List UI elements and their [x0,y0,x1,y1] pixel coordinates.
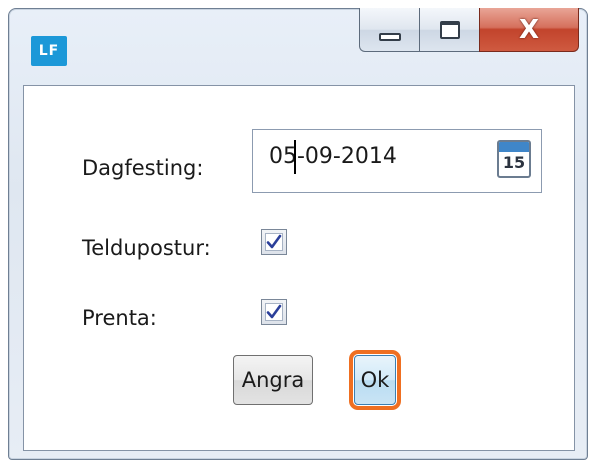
text-caret [294,140,296,174]
window-controls: X [359,8,579,52]
checkmark-icon [266,304,282,319]
print-label: Prenta: [82,306,157,330]
ok-button[interactable]: Ok [349,350,401,410]
maximize-icon [439,20,460,39]
title-bar[interactable]: LF X [9,8,587,85]
maximize-button[interactable] [419,8,479,52]
minimize-button[interactable] [359,8,419,52]
dialog-content: Dagfesting: 05-09-2014 15 Teldupostur: P… [23,85,575,451]
email-checkbox-box [265,233,283,251]
date-picker-field[interactable]: 05-09-2014 15 [252,129,542,193]
cancel-button[interactable]: Angra [233,355,313,405]
email-checkbox[interactable] [261,229,287,255]
date-input-value[interactable]: 05-09-2014 [269,144,397,169]
calendar-header [499,142,529,152]
app-logo-text: LF [38,43,60,59]
email-label: Teldupostur: [82,236,211,260]
app-logo-icon: LF [31,36,67,66]
print-checkbox-box [265,303,283,321]
calendar-day-number: 15 [502,153,526,172]
close-icon: X [518,14,540,45]
calendar-icon[interactable]: 15 [497,140,531,178]
minimize-icon [378,32,401,41]
close-button[interactable]: X [479,8,579,52]
date-label: Dagfesting: [82,156,204,180]
print-checkbox[interactable] [261,299,287,325]
dialog-window: LF X Dagfesting: 05-09-2014 15 Teldupost… [8,8,588,460]
checkmark-icon [266,234,282,249]
